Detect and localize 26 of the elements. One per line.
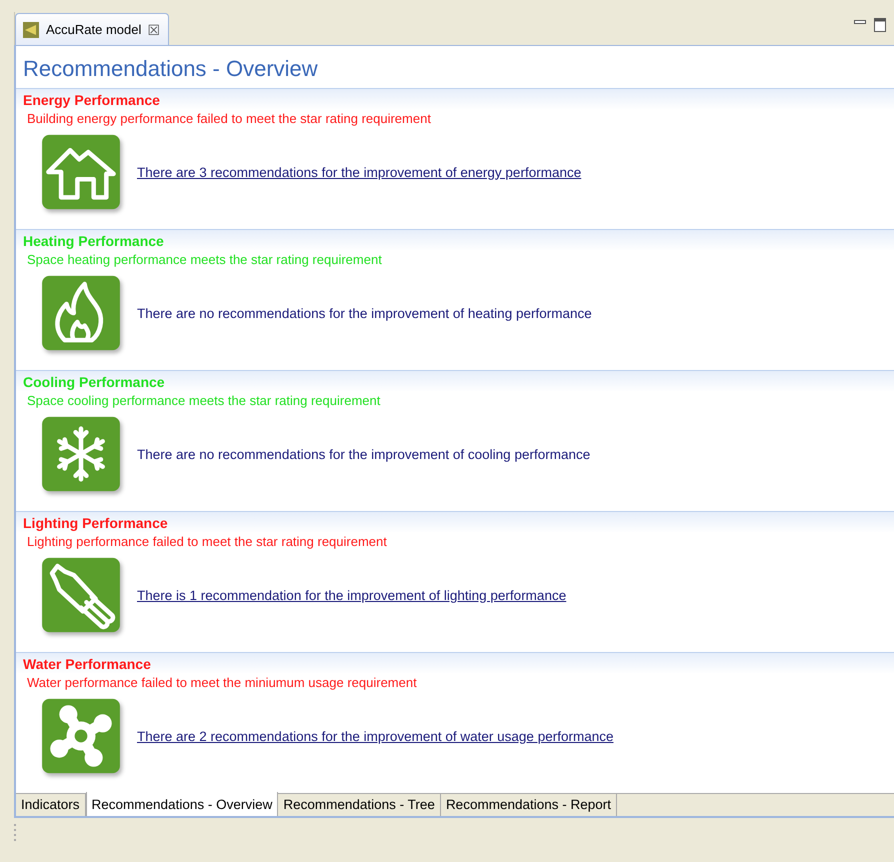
page-title: Recommendations - Overview bbox=[22, 55, 319, 83]
recommendations-link[interactable]: There is 1 recommendation for the improvement of lighting performance bbox=[137, 588, 566, 602]
status-message: Space heating performance meets the star rating requirement bbox=[26, 251, 382, 267]
recommendations-link[interactable]: There are 3 recommendations for the improvement of energy performance bbox=[137, 164, 582, 180]
page-tab[interactable]: Recommendations - Overview bbox=[86, 792, 278, 816]
section-title: Energy Performance bbox=[23, 92, 160, 108]
status-message: Building energy performance failed to meet the star rating requirement bbox=[26, 110, 431, 126]
status-message: Space cooling performance meets the star rating requirement bbox=[26, 392, 380, 408]
section-title: Lighting Performance bbox=[23, 515, 168, 531]
editor-tab[interactable]: AccuRate model ☒ bbox=[15, 13, 170, 45]
recommendations-message: There are no recommendations for the improvement of cooling performance bbox=[137, 446, 590, 462]
minimize-icon[interactable] bbox=[854, 18, 866, 26]
status-message: Water performance failed to meet the miniumum usage requirement bbox=[26, 674, 417, 690]
status-message: Lighting performance failed to meet the star rating requirement bbox=[26, 533, 387, 549]
tab-label[interactable]: AccuRate model bbox=[46, 22, 142, 37]
page-tab[interactable]: Recommendations - Tree bbox=[278, 794, 441, 816]
section-title: Heating Performance bbox=[23, 233, 164, 249]
page-tab[interactable]: Recommendations - Report bbox=[440, 794, 618, 816]
maximize-icon[interactable] bbox=[874, 18, 886, 32]
grip-icon bbox=[14, 823, 17, 843]
recommendations-message: There are no recommendations for the improvement of heating performance bbox=[137, 306, 592, 320]
section-title: Cooling Performance bbox=[23, 374, 165, 390]
close-icon[interactable]: ☒ bbox=[147, 22, 160, 38]
recommendations-link[interactable]: There are 2 recommendations for the improvement of water usage performance bbox=[137, 728, 614, 744]
app-icon bbox=[22, 20, 40, 38]
section-title: Water Performance bbox=[23, 656, 151, 672]
